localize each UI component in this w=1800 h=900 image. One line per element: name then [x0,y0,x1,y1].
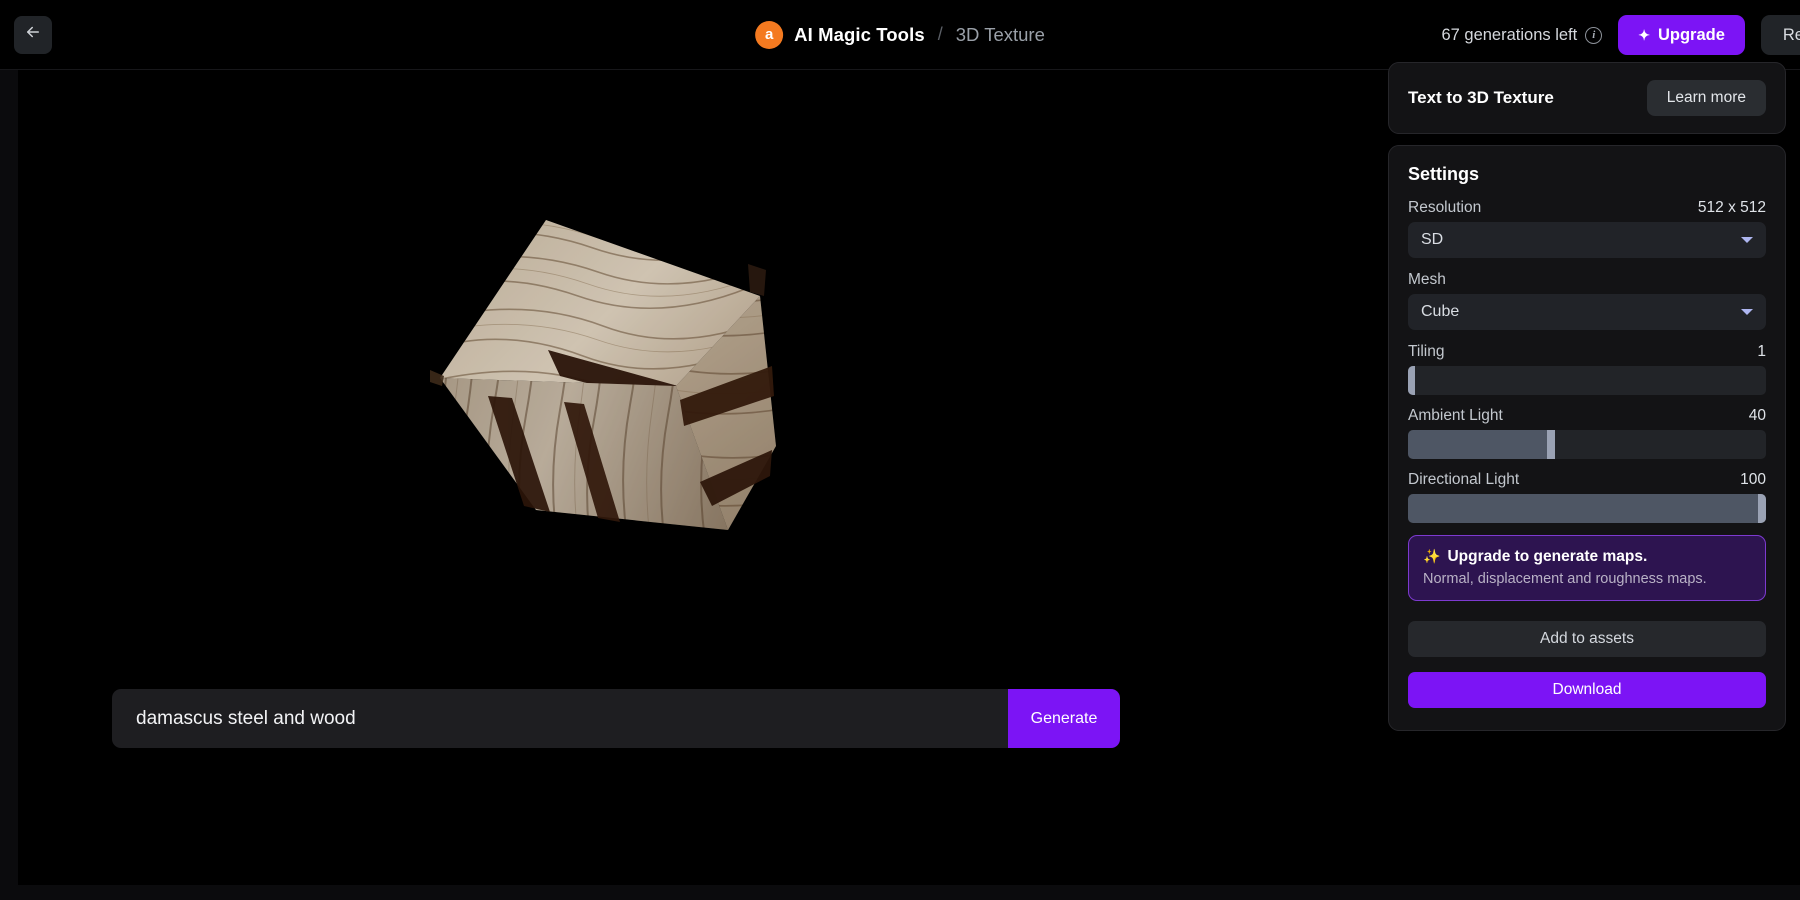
sparkles-icon: ✨ [1423,548,1440,566]
ambient-light-slider-fill [1408,430,1555,459]
tool-title: Text to 3D Texture [1408,88,1554,108]
upgrade-button-label: Upgrade [1658,26,1725,45]
add-to-assets-label: Add to assets [1540,630,1634,648]
generations-left: 67 generations left i [1441,26,1602,45]
tool-header-card: Text to 3D Texture Learn more [1388,62,1786,134]
arrow-left-icon [24,23,42,46]
cube-edge-nub [430,370,444,386]
cube-render [428,200,848,620]
settings-title: Settings [1408,164,1766,185]
directional-light-row: Directional Light 100 [1408,471,1766,489]
learn-more-label: Learn more [1667,89,1746,107]
chevron-down-icon [1741,309,1753,315]
app-root: a AI Magic Tools / 3D Texture 67 generat… [0,0,1800,900]
resolution-value: 512 x 512 [1698,199,1766,217]
breadcrumb-current-page: 3D Texture [956,24,1045,46]
upgrade-promo-subtitle: Normal, displacement and roughness maps. [1423,571,1751,587]
settings-card: Settings Resolution 512 x 512 SD Mesh Cu… [1388,145,1786,731]
prompt-input-value: damascus steel and wood [136,708,356,730]
3d-mesh-preview[interactable] [428,200,848,620]
tiling-slider[interactable] [1408,366,1766,395]
back-button[interactable] [14,16,52,54]
learn-more-button[interactable]: Learn more [1647,80,1766,116]
directional-light-label: Directional Light [1408,471,1519,489]
directional-light-slider-knob[interactable] [1758,494,1766,523]
prompt-bar: damascus steel and wood Generate [112,689,1120,748]
tiling-slider-knob[interactable] [1408,366,1415,395]
mesh-select-value: Cube [1421,303,1459,321]
tiling-row: Tiling 1 [1408,343,1766,361]
reset-button-label: Reset [1783,26,1800,45]
directional-light-slider-fill [1408,494,1766,523]
resolution-select[interactable]: SD [1408,222,1766,258]
ambient-light-value: 40 [1749,407,1766,425]
brand-name[interactable]: AI Magic Tools [794,24,925,46]
tiling-label: Tiling [1408,343,1444,361]
directional-light-value: 100 [1740,471,1766,489]
mesh-select[interactable]: Cube [1408,294,1766,330]
directional-light-slider[interactable] [1408,494,1766,523]
upgrade-promo-title: Upgrade to generate maps. [1447,548,1647,566]
ambient-light-row: Ambient Light 40 [1408,407,1766,425]
upgrade-promo-banner[interactable]: ✨ Upgrade to generate maps. Normal, disp… [1408,535,1766,601]
prompt-input[interactable]: damascus steel and wood [112,689,1008,748]
sparkle-icon: ✦ [1638,28,1650,42]
info-icon[interactable]: i [1585,27,1602,44]
generations-left-label: 67 generations left [1441,26,1577,45]
generate-button[interactable]: Generate [1008,689,1120,748]
add-to-assets-button[interactable]: Add to assets [1408,621,1766,657]
ambient-light-label: Ambient Light [1408,407,1503,425]
breadcrumb-separator: / [938,24,943,45]
cube-edge-sliver [748,264,766,296]
resolution-label: Resolution [1408,199,1481,217]
download-button[interactable]: Download [1408,672,1766,708]
upgrade-promo-title-row: ✨ Upgrade to generate maps. [1423,548,1751,566]
ambient-light-slider-knob[interactable] [1547,430,1555,459]
mesh-row: Mesh [1408,271,1766,289]
tiling-value: 1 [1757,343,1766,361]
reset-button[interactable]: Reset [1761,15,1800,55]
ambient-light-slider[interactable] [1408,430,1766,459]
mesh-label: Mesh [1408,271,1446,289]
resolution-select-value: SD [1421,231,1443,249]
upgrade-button[interactable]: ✦ Upgrade [1618,15,1745,55]
top-bar-actions: 67 generations left i ✦ Upgrade Reset [1441,0,1800,70]
right-panel: Text to 3D Texture Learn more Settings R… [1388,62,1786,731]
download-label: Download [1553,681,1622,699]
breadcrumb: a AI Magic Tools / 3D Texture [755,21,1045,49]
brand-avatar-icon: a [755,21,783,49]
generate-button-label: Generate [1031,710,1098,728]
top-bar: a AI Magic Tools / 3D Texture 67 generat… [0,0,1800,70]
chevron-down-icon [1741,237,1753,243]
resolution-row: Resolution 512 x 512 [1408,199,1766,217]
